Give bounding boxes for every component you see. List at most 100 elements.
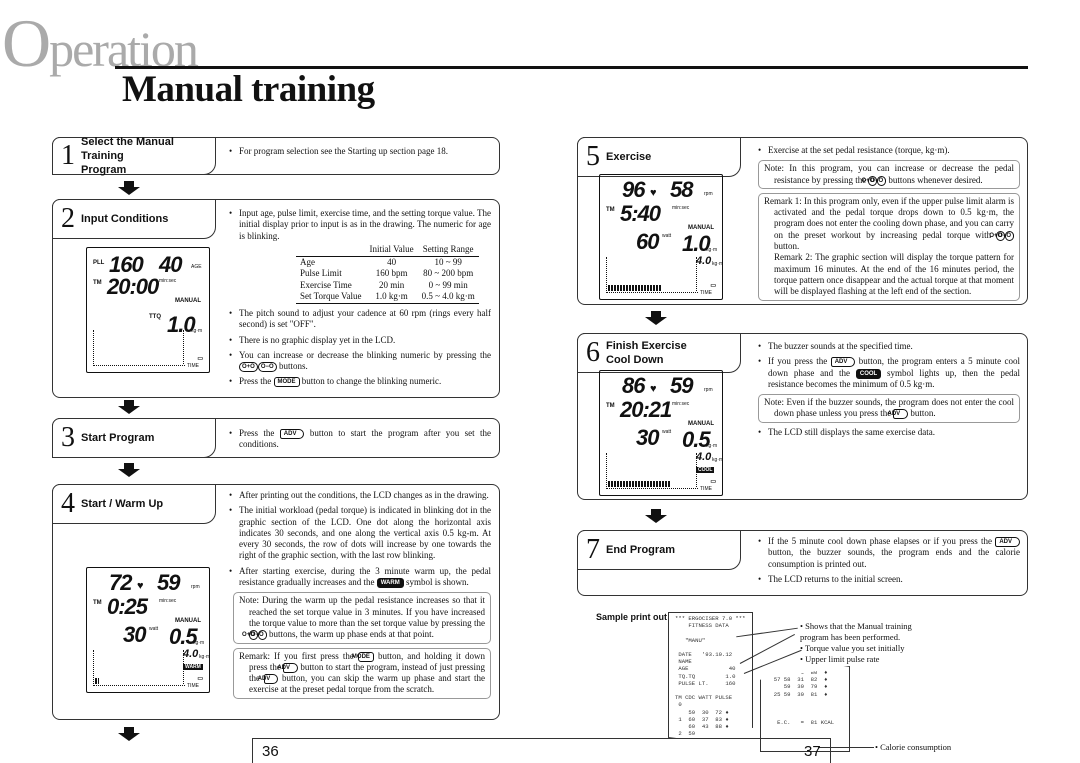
footer-rule	[252, 738, 253, 763]
lcd-e: 4.0	[696, 451, 712, 463]
sample-printout-label: Sample print out	[596, 612, 668, 622]
lcd-b-unit: rpm	[191, 584, 200, 590]
lcd-d-label: TTQ	[149, 314, 161, 320]
step-4-warm-up: 4 Start / Warm Up After printing out the …	[52, 484, 500, 720]
note-box: Remark: If you first press the MODE butt…	[233, 647, 491, 699]
table-cell: Set Torque Value	[296, 291, 366, 304]
lcd-e-unit: kg·m	[712, 261, 724, 267]
lcd-b-unit: rpm	[704, 387, 713, 393]
note-text: Note: During the warm up the pedal resis…	[239, 595, 485, 641]
lcd-e-unit: kg·m	[199, 654, 211, 660]
lcd-torque-bars	[95, 678, 99, 684]
note-text: Note: In this program, you can increase …	[764, 163, 1014, 186]
title-line: Select the Manual Training	[81, 136, 174, 162]
note-box: Remark 1: In this program only, even if …	[758, 192, 1020, 301]
title-line: End Program	[606, 544, 676, 556]
adv-button-icon: ADV	[258, 674, 279, 685]
note-box: Note: Even if the buzzer sounds, the pro…	[758, 394, 1020, 423]
table-cell: Age	[296, 255, 366, 268]
lcd-time-unit: min:sec	[159, 598, 177, 604]
lcd-e: 4.0	[696, 255, 712, 267]
step-content: After printing out the conditions, the L…	[229, 490, 491, 703]
lcd-d-unit: kg·m	[193, 640, 205, 646]
text-run: After printing out the conditions, the L…	[239, 490, 489, 500]
lcd-d-unit: kg·m	[191, 328, 203, 334]
lcd-b: 40	[159, 252, 183, 277]
bullet-item: The initial workload (pedal torque) is i…	[229, 505, 491, 561]
title-line: Cool Down	[606, 354, 664, 366]
adv-button-icon: ADV	[830, 357, 856, 368]
step-title: 4 Start / Warm Up	[52, 484, 216, 524]
lcd-heart: ♥	[650, 383, 657, 395]
text-run: buttons, the warm up phase ends at that …	[266, 629, 434, 640]
lcd-display: 86 ♥ 59 rpm TM 20:21 min:sec MANUAL 30 watt 0.5 kg·…	[599, 370, 723, 496]
text-run: symbol is shown.	[403, 577, 469, 588]
lcd-axis-label: TIME	[187, 363, 199, 369]
adv-button-icon: ADV	[995, 537, 1020, 547]
lcd-time-unit: min:sec	[672, 205, 690, 211]
leader-line	[818, 747, 874, 748]
lcd-graph-axis	[183, 330, 184, 364]
title-line: Start / Warm Up	[81, 498, 164, 510]
table-cell: 1.0 kg·m	[365, 291, 418, 304]
bullet-item: You can increase or decrease the blinkin…	[229, 350, 491, 373]
step-title: 3 Start Program	[52, 418, 216, 458]
down-arrow-icon	[645, 311, 667, 325]
column-header	[296, 244, 366, 256]
lcd-c-unit: watt	[662, 233, 672, 239]
lcd-time-unit: min:sec	[672, 401, 690, 407]
lcd-time: 0:25	[107, 594, 148, 619]
receipt-bottom: 5 80 ♦ 57 58 31 82 ♦ 59 30 79 ♦ 25 59 30…	[760, 666, 850, 752]
step-number: 6	[586, 337, 600, 368]
lcd-b: 59	[157, 570, 181, 595]
step-7-end-program: 7 End Program If the 5 minute cool down p…	[577, 530, 1028, 596]
column-header: Setting Range	[422, 244, 474, 254]
battery-icon: ▭	[197, 676, 203, 682]
lcd-badge: COOL	[696, 467, 715, 473]
lcd-tm-label: TM	[93, 280, 102, 286]
step-bullets: For program selection see the Starting u…	[229, 146, 491, 161]
step-title-text: Exercise	[606, 150, 651, 164]
lcd-heart: ♥	[650, 187, 657, 199]
column-header: Initial Value	[369, 244, 414, 254]
text-run: The LCD returns to the initial screen.	[768, 573, 903, 584]
step-number: 1	[61, 140, 75, 171]
lcd-graph-axis	[696, 257, 697, 291]
step-title: 6 Finish Exercise Cool Down	[577, 333, 741, 373]
step-bullets: Exercise at the set pedal resistance (to…	[758, 145, 1020, 157]
lcd-a: 86	[622, 373, 646, 398]
text-run: Exercise at the set pedal resistance (to…	[768, 145, 950, 155]
title-line: Exercise	[606, 151, 652, 163]
lcd-mode-label: MANUAL	[175, 298, 201, 304]
lcd-tm-label: TM	[93, 600, 102, 606]
text-run: The LCD still displays the same exercise…	[768, 426, 935, 437]
text-run: For program selection see the Starting u…	[239, 146, 448, 156]
text-run: Input age, pulse limit, exercise time, a…	[239, 208, 491, 241]
bullet-item: The LCD still displays the same exercise…	[758, 426, 1020, 439]
lcd-c: 30	[123, 622, 147, 647]
step-bullets: The pitch sound to adjust your cadence a…	[229, 308, 491, 392]
title-line: Finish Exercise	[606, 340, 687, 352]
step-number: 4	[61, 488, 75, 519]
bullet-item: There is no graphic display yet in the L…	[229, 335, 491, 347]
minus-button-icon: O−O	[998, 230, 1014, 241]
text-run: button.	[908, 408, 936, 419]
bullet-item: Input age, pulse limit, exercise time, a…	[229, 208, 491, 242]
text-run: The pitch sound to adjust your cadence a…	[239, 308, 491, 330]
step-bullets: After printing out the conditions, the L…	[229, 490, 491, 589]
bullet-item: If the 5 minute cool down phase elapses …	[758, 536, 1020, 570]
step-notes: Note: In this program, you can increase …	[758, 160, 1020, 301]
table-cell: 20 min	[378, 279, 405, 290]
step-title-text: Start / Warm Up	[81, 497, 163, 511]
step-notes: Note: Even if the buzzer sounds, the pro…	[758, 394, 1020, 423]
lcd-tl-label: PLL	[93, 260, 105, 266]
lcd-graph-axis	[93, 650, 94, 684]
table-row: Exercise Time 20 min 0 ~ 99 min	[296, 280, 479, 292]
cool-button-icon: COOL	[855, 368, 882, 379]
lcd-graph-axis	[606, 292, 698, 293]
step-bullets: Input age, pulse limit, exercise time, a…	[229, 208, 491, 246]
text-run: button to change the blinking numeric.	[299, 376, 442, 387]
lcd-torque-bars	[608, 285, 661, 291]
lcd-graph-axis	[93, 365, 185, 366]
lcd-b: 58	[670, 177, 694, 202]
